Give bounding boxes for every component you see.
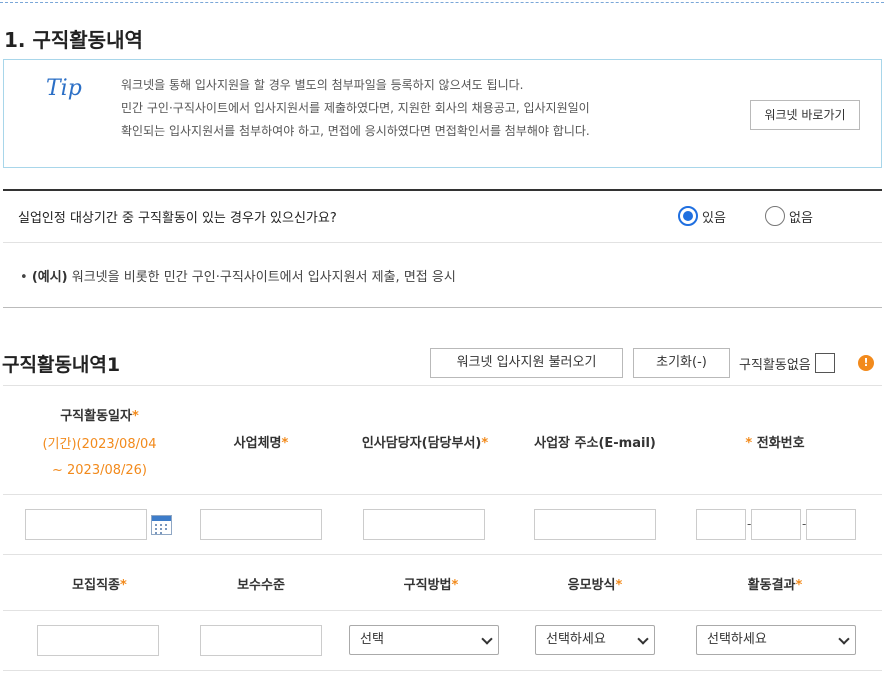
- period-start: (기간)(2023/08/04: [42, 437, 157, 452]
- phone-part3-input[interactable]: [806, 509, 856, 540]
- job-type-input[interactable]: [37, 625, 159, 656]
- row-divider: [3, 554, 882, 555]
- header-activity-date: 구직활동일자*: [60, 409, 139, 424]
- activity-period: (기간)(2023/08/04 ~ 2023/08/26): [32, 432, 167, 484]
- address-input[interactable]: [534, 509, 656, 540]
- required-mark: *: [481, 436, 489, 451]
- header-salary: 보수수준: [237, 578, 285, 593]
- activity-date-input[interactable]: [25, 509, 147, 540]
- phone-part2-input[interactable]: [751, 509, 801, 540]
- reset-button[interactable]: 초기화(-): [633, 348, 730, 378]
- chevron-down-icon: [838, 633, 850, 645]
- tip-text: 워크넷을 통해 입사지원을 할 경우 별도의 첨부파일을 등록하지 않으셔도 됩…: [121, 74, 590, 143]
- warning-icon[interactable]: !: [858, 355, 874, 371]
- required-mark: *: [615, 578, 623, 593]
- activity-question: 실업인정 대상기간 중 구직활동이 있는 경우가 있으신가요?: [18, 211, 337, 226]
- no-activity-label: 구직활동없음: [739, 357, 811, 373]
- no-activity-toggle[interactable]: 구직활동없음: [739, 353, 835, 373]
- tip-label: Tip: [46, 76, 82, 101]
- radio-no-label: 없음: [789, 210, 813, 226]
- method-select[interactable]: 선택: [349, 625, 499, 655]
- activity-header-divider: [3, 385, 882, 386]
- header-address: 사업장 주소(E-mail): [534, 436, 656, 451]
- example-text: 워크넷을 비롯한 민간 구인·구직사이트에서 입사지원서 제출, 면접 응시: [71, 270, 456, 285]
- worknet-link-button[interactable]: 워크넷 바로가기: [750, 100, 860, 130]
- calendar-icon[interactable]: [151, 515, 172, 535]
- section-title: 1. 구직활동내역: [4, 28, 143, 52]
- period-end: ~ 2023/08/26): [51, 463, 148, 478]
- no-activity-checkbox[interactable]: [814, 353, 835, 373]
- tip-box: Tip 워크넷을 통해 입사지원을 할 경우 별도의 첨부파일을 등록하지 않으…: [3, 59, 882, 168]
- row-divider: [3, 610, 882, 611]
- required-mark: *: [131, 409, 139, 424]
- top-dashed-divider: [0, 2, 884, 3]
- header-phone: * 전화번호: [745, 436, 805, 451]
- apply-type-select-value: 선택하세요: [546, 632, 606, 647]
- question-divider: [3, 242, 882, 243]
- example-note: • (예시) 워크넷을 비롯한 민간 구인·구직사이트에서 입사지원서 제출, …: [20, 270, 456, 285]
- header-result: 활동결과*: [747, 578, 803, 593]
- radio-yes-label: 있음: [702, 210, 726, 226]
- header-company: 사업체명*: [233, 436, 289, 451]
- example-prefix: (예시): [31, 270, 68, 285]
- radio-yes[interactable]: 있음: [678, 206, 726, 226]
- tip-line-2: 민간 구인·구직사이트에서 입사지원서를 제출하였다면, 지원한 회사의 채용공…: [121, 101, 590, 115]
- section-divider: [3, 189, 882, 191]
- apply-type-select[interactable]: 선택하세요: [535, 625, 655, 655]
- radio-yes-icon[interactable]: [678, 206, 698, 226]
- load-worknet-applications-button[interactable]: 워크넷 입사지원 불러오기: [430, 348, 623, 378]
- row-divider: [3, 670, 882, 671]
- header-method: 구직방법*: [403, 578, 459, 593]
- header-job-type: 모집직종*: [72, 578, 127, 593]
- radio-no[interactable]: 없음: [765, 206, 813, 226]
- required-mark: *: [451, 578, 459, 593]
- header-manager: 인사담당자(담당부서)*: [361, 436, 489, 451]
- phone-part1-input[interactable]: [696, 509, 746, 540]
- radio-no-icon[interactable]: [765, 206, 785, 226]
- required-mark: *: [281, 436, 289, 451]
- chevron-down-icon: [481, 633, 493, 645]
- activity-title: 구직활동내역1: [2, 354, 121, 376]
- required-mark: *: [120, 578, 127, 593]
- tip-line-1: 워크넷을 통해 입사지원을 할 경우 별도의 첨부파일을 등록하지 않으셔도 됩…: [121, 78, 524, 92]
- result-select[interactable]: 선택하세요: [696, 625, 856, 655]
- tip-line-3: 확인되는 입사지원서를 첨부하여야 하고, 면접에 응시하였다면 면접확인서를 …: [121, 124, 590, 138]
- required-mark: *: [795, 578, 803, 593]
- chevron-down-icon: [637, 633, 649, 645]
- required-mark: *: [745, 436, 753, 451]
- example-divider: [3, 307, 882, 308]
- header-apply-type: 응모방식*: [567, 578, 623, 593]
- method-select-value: 선택: [360, 632, 384, 647]
- salary-input[interactable]: [200, 625, 322, 656]
- company-input[interactable]: [200, 509, 322, 540]
- row-divider: [3, 494, 882, 495]
- result-select-value: 선택하세요: [707, 632, 767, 647]
- manager-input[interactable]: [363, 509, 485, 540]
